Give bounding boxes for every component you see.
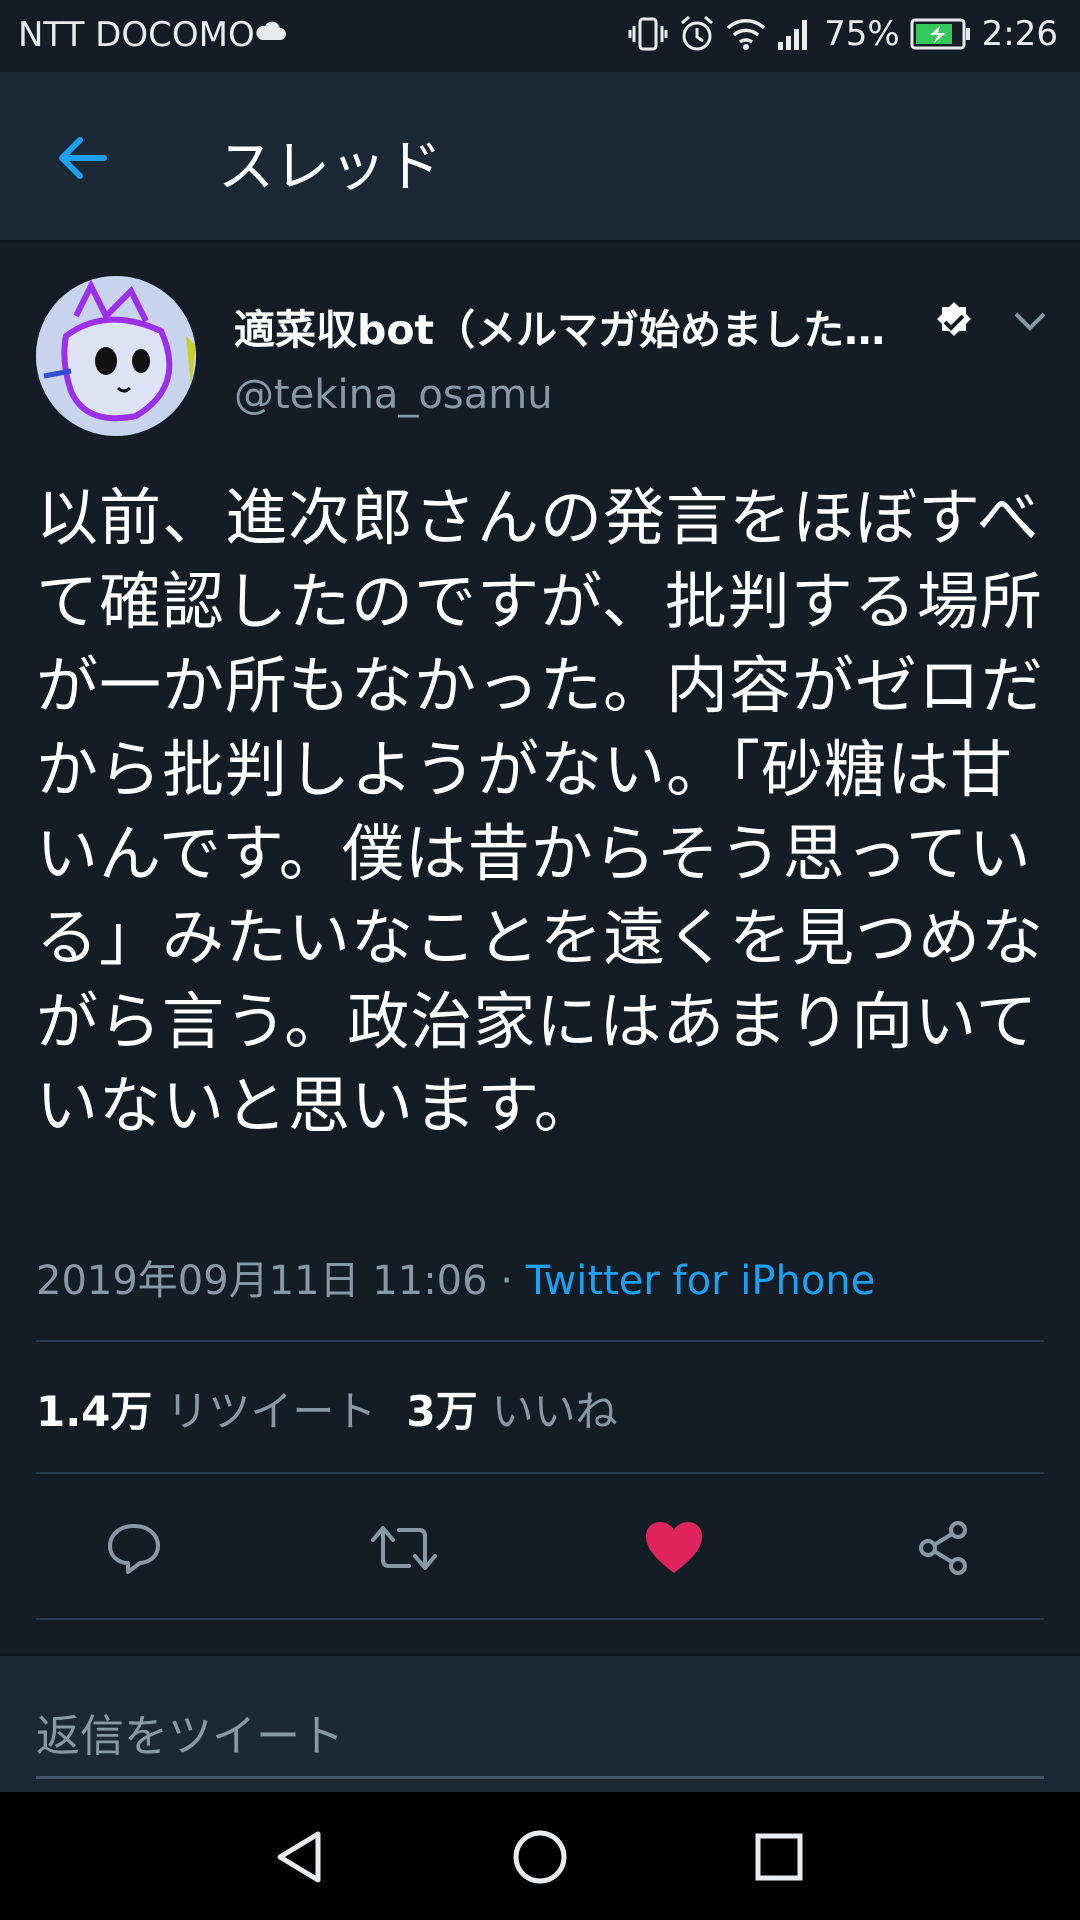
status-bar: NTT DOCOMO 75% 2:26 [0, 0, 1080, 72]
carrier-label: NTT DOCOMO [18, 15, 255, 55]
timestamp: 2019年09月11日 11:06 [36, 1258, 488, 1304]
retweets-stat[interactable]: 1.4万 リツイート [36, 1378, 376, 1439]
retweets-label: リツイート [166, 1387, 377, 1436]
chevron-down-icon[interactable] [1008, 304, 1052, 340]
vibrate-icon [628, 17, 668, 51]
divider [36, 1340, 1044, 1342]
battery-percent: 75% [824, 14, 900, 54]
share-icon [919, 1521, 967, 1575]
page-title: スレッド [218, 135, 442, 200]
divider [36, 1472, 1044, 1474]
alarm-icon [681, 15, 714, 51]
tweet-meta: 2019年09月11日 11:06 · Twitter for iPhone [36, 1248, 875, 1306]
back-triangle-icon[interactable] [266, 1822, 336, 1892]
verified-badge-icon [937, 302, 971, 336]
tweet-actions [0, 1508, 1080, 1588]
retweet-button[interactable] [364, 1508, 444, 1588]
signal-icon [778, 20, 808, 50]
like-heart-icon [646, 1522, 702, 1573]
clock: 2:26 [981, 14, 1058, 54]
share-button[interactable] [904, 1508, 984, 1588]
likes-stat[interactable]: 3万 いいね [406, 1378, 617, 1439]
display-name[interactable]: 適菜収bot（メルマガ始めました… [234, 296, 924, 356]
reply-input[interactable]: 返信をツイート [36, 1700, 344, 1764]
like-button[interactable] [634, 1508, 714, 1588]
reply-icon [108, 1524, 160, 1574]
reply-composer[interactable]: 返信をツイート [0, 1654, 1080, 1794]
recents-square-icon[interactable] [744, 1822, 814, 1892]
retweet-icon [371, 1526, 437, 1570]
home-circle-icon[interactable] [505, 1822, 575, 1892]
app-bar: スレッド [0, 72, 1080, 242]
meta-separator: · [487, 1258, 526, 1304]
cloud-icon [256, 21, 286, 40]
avatar-drawing [36, 276, 196, 436]
source-link[interactable]: Twitter for iPhone [526, 1258, 876, 1304]
divider [36, 1618, 1044, 1620]
system-nav-bar [0, 1792, 1080, 1920]
likes-label: いいね [491, 1387, 618, 1436]
arrow-left-icon[interactable] [52, 128, 112, 188]
reply-button[interactable] [94, 1508, 174, 1588]
user-handle[interactable]: @tekina_osamu [234, 372, 553, 418]
engagement-stats: 1.4万 リツイート 3万 いいね [36, 1378, 618, 1439]
avatar[interactable] [36, 276, 196, 436]
reply-underline [36, 1776, 1044, 1779]
wifi-icon [726, 19, 766, 50]
retweets-count: 1.4万 [36, 1387, 153, 1436]
likes-count: 3万 [406, 1387, 478, 1436]
tweet-text: 以前、進次郎さんの発言をほぼすべて確認したのですが、批判する場所が一か所もなかっ… [36, 481, 1045, 1142]
battery-charging-icon [910, 18, 970, 50]
